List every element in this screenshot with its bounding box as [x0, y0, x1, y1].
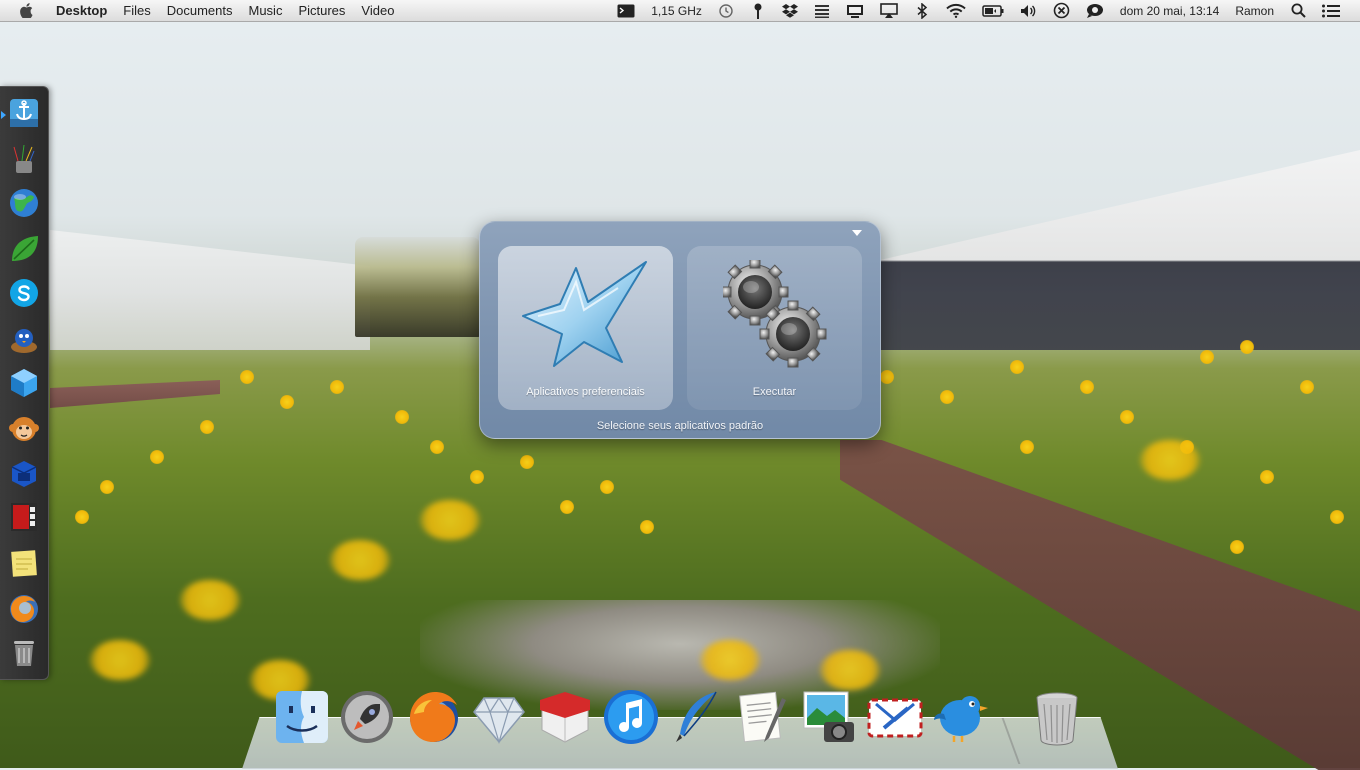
launchpad-dock-icon[interactable] — [338, 688, 396, 746]
volume-icon[interactable] — [1012, 0, 1045, 21]
textedit-dock-icon[interactable] — [734, 688, 792, 746]
sketch-dock-icon[interactable] — [470, 688, 528, 746]
menu-music[interactable]: Music — [241, 0, 291, 21]
tile-preferred-apps-label: Aplicativos preferenciais — [526, 386, 645, 398]
photo-booth-app-icon[interactable] — [8, 501, 40, 533]
globe-app-icon[interactable] — [8, 187, 40, 219]
menu-pictures[interactable]: Pictures — [290, 0, 353, 21]
cube-app-icon[interactable] — [8, 367, 40, 399]
skype-app-icon[interactable] — [8, 277, 40, 309]
apple-icon[interactable] — [18, 3, 34, 19]
trash-app-icon[interactable] — [8, 637, 40, 669]
chat-icon[interactable] — [1078, 0, 1112, 21]
sticky-notes-app-icon[interactable] — [8, 547, 40, 579]
menu-app-name[interactable]: Desktop — [48, 0, 115, 21]
menu-documents[interactable]: Documents — [159, 0, 241, 21]
finder-dock-icon[interactable] — [273, 688, 331, 746]
pencils-app-icon[interactable] — [8, 143, 40, 175]
firefox-orb-app-icon[interactable] — [8, 593, 40, 625]
leaf-app-icon[interactable] — [8, 233, 40, 265]
running-indicator — [1, 111, 6, 119]
dialog-caption: Selecione seus aplicativos padrão — [596, 420, 764, 432]
search-icon[interactable] — [1282, 0, 1314, 21]
wallpaper-train — [355, 237, 480, 337]
cpu-frequency[interactable]: 1,15 GHz — [643, 0, 710, 21]
image-capture-dock-icon[interactable] — [800, 688, 858, 746]
tile-execute[interactable]: Executar — [687, 246, 862, 410]
airplay-icon[interactable] — [872, 0, 906, 21]
wallpaper-building-left — [50, 230, 370, 350]
quill-dock-icon[interactable] — [668, 688, 726, 746]
time-machine-icon[interactable] — [710, 0, 742, 21]
trash-dock-icon[interactable] — [1028, 688, 1086, 746]
user-name[interactable]: Ramon — [1227, 0, 1282, 21]
list-menu-icon[interactable] — [1314, 0, 1348, 21]
menu-video[interactable]: Video — [353, 0, 402, 21]
wallpaper-building-right — [880, 150, 1360, 350]
close-circle-icon[interactable] — [1045, 0, 1078, 21]
tile-preferred-apps[interactable]: Aplicativos preferenciais — [498, 246, 673, 410]
gears-icon — [721, 258, 827, 373]
pin-icon[interactable] — [742, 0, 774, 21]
battery-icon[interactable] — [974, 0, 1012, 21]
mail-airmail-dock-icon[interactable] — [866, 688, 924, 746]
wifi-icon[interactable] — [938, 0, 974, 21]
left-launcher — [0, 86, 49, 680]
lightning-star-icon — [518, 258, 650, 373]
anchor-app-icon[interactable] — [8, 97, 40, 129]
default-apps-dialog: Aplicativos preferenciais Executar Selec… — [479, 221, 881, 439]
menu-bar: Desktop Files Documents Music Pictures V… — [0, 0, 1360, 22]
tile-execute-label: Executar — [752, 386, 797, 398]
dropdown-arrow-icon[interactable] — [852, 230, 862, 236]
menu-files[interactable]: Files — [115, 0, 158, 21]
terminal-icon[interactable] — [609, 0, 643, 21]
bluetooth-icon[interactable] — [906, 0, 938, 21]
blue-box-app-icon[interactable] — [8, 457, 40, 489]
inbox-box-dock-icon[interactable] — [536, 688, 594, 746]
itunes-dock-icon[interactable] — [602, 688, 660, 746]
wallpaper-rail-left — [50, 380, 220, 408]
monkey-app-icon[interactable] — [8, 413, 40, 445]
dropbox-icon[interactable] — [774, 0, 806, 21]
clock[interactable]: dom 20 mai, 13:14 — [1112, 0, 1227, 21]
bird-nest-app-icon[interactable] — [8, 323, 40, 355]
list-icon[interactable] — [806, 0, 838, 21]
twitter-bird-dock-icon[interactable] — [932, 688, 990, 746]
display-icon[interactable] — [838, 0, 872, 21]
firefox-dock-icon[interactable] — [404, 688, 462, 746]
